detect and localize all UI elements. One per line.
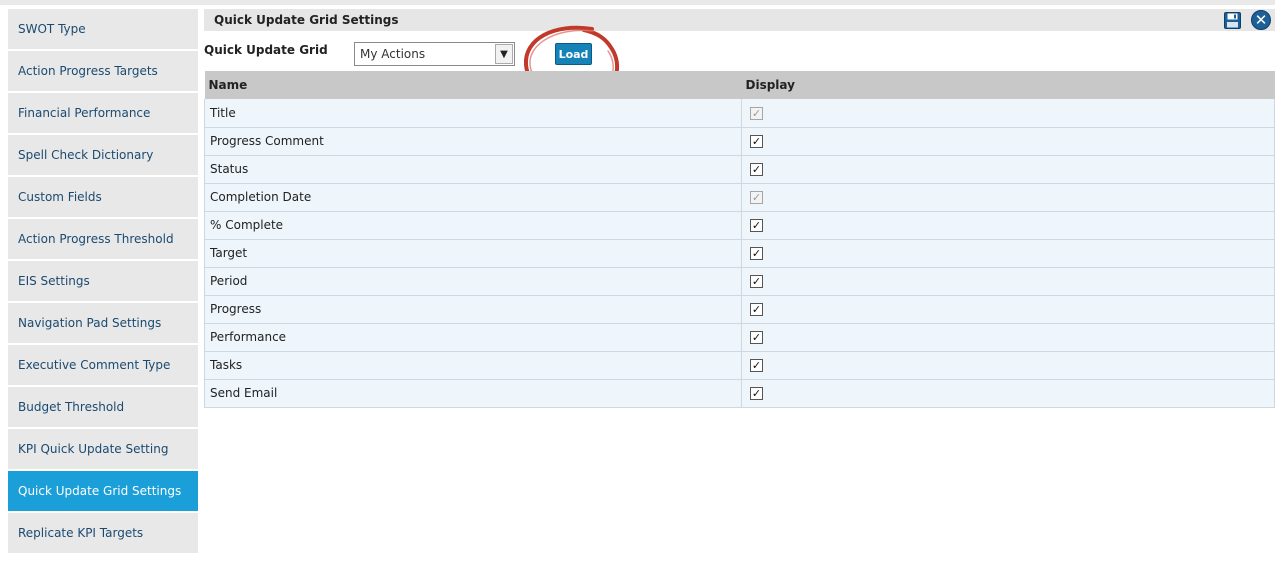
row-display-cell: ✓ [741, 323, 1275, 352]
sidebar-item-label: Action Progress Targets [18, 64, 158, 78]
row-name: Progress [204, 295, 742, 324]
panel-header: Quick Update Grid Settings ✕ [204, 9, 1275, 31]
sidebar-item[interactable]: Navigation Pad Settings [8, 303, 198, 343]
page-title: Quick Update Grid Settings [214, 13, 399, 27]
sidebar-item-label: Budget Threshold [18, 400, 125, 414]
display-checkbox[interactable]: ✓ [750, 359, 763, 372]
sidebar-item-label: KPI Quick Update Setting [18, 442, 169, 456]
sidebar-item[interactable]: SWOT Type [8, 9, 198, 49]
main-panel: Quick Update Grid Settings ✕ Quick Updat… [204, 9, 1275, 408]
table-row: Progress Comment ✓ [204, 127, 1275, 156]
row-name: Send Email [204, 379, 742, 408]
sidebar-item[interactable]: Executive Comment Type [8, 345, 198, 385]
row-display-cell: ✓ [741, 379, 1275, 408]
grid-settings-table: Name Display Title ✓ Progress Comment ✓ Stat… [204, 71, 1275, 408]
display-checkbox: ✓ [750, 191, 763, 204]
load-button[interactable]: Load [555, 43, 592, 65]
sidebar-item-label: Quick Update Grid Settings [18, 484, 182, 498]
sidebar-item[interactable]: Action Progress Targets [8, 51, 198, 91]
row-display-cell: ✓ [741, 267, 1275, 296]
sidebar-item-label: Replicate KPI Targets [18, 526, 144, 540]
display-checkbox[interactable]: ✓ [750, 247, 763, 260]
top-border [0, 0, 1275, 5]
sidebar-item-label: SWOT Type [18, 22, 86, 36]
sidebar-item[interactable]: Budget Threshold [8, 387, 198, 427]
table-row: Send Email ✓ [204, 379, 1275, 408]
row-name: Progress Comment [204, 127, 742, 156]
row-name: Status [204, 155, 742, 184]
row-name: Tasks [204, 351, 742, 380]
display-checkbox[interactable]: ✓ [750, 331, 763, 344]
row-display-cell: ✓ [741, 351, 1275, 380]
save-icon[interactable] [1224, 11, 1241, 29]
sidebar-item[interactable]: Quick Update Grid Settings [8, 471, 198, 511]
sidebar-item[interactable]: EIS Settings [8, 261, 198, 301]
display-checkbox[interactable]: ✓ [750, 163, 763, 176]
sidebar-item-label: Executive Comment Type [18, 358, 171, 372]
row-name: Period [204, 267, 742, 296]
row-display-cell: ✓ [741, 295, 1275, 324]
row-display-cell: ✓ [741, 183, 1275, 212]
row-display-cell: ✓ [741, 155, 1275, 184]
row-name: Completion Date [204, 183, 742, 212]
settings-sidebar: SWOT Type Action Progress Targets Financia… [8, 9, 198, 555]
row-display-cell: ✓ [741, 239, 1275, 268]
column-header-display: Display [741, 71, 1275, 99]
sidebar-item[interactable]: Spell Check Dictionary [8, 135, 198, 175]
table-row: Tasks ✓ [204, 351, 1275, 380]
row-display-cell: ✓ [741, 127, 1275, 156]
display-checkbox[interactable]: ✓ [750, 135, 763, 148]
sidebar-item-label: Navigation Pad Settings [18, 316, 162, 330]
header-actions: ✕ [1224, 10, 1271, 30]
display-checkbox: ✓ [750, 106, 763, 120]
sidebar-item[interactable]: Custom Fields [8, 177, 198, 217]
display-checkbox[interactable]: ✓ [750, 275, 763, 288]
close-icon[interactable]: ✕ [1251, 10, 1271, 30]
table-row: % Complete ✓ [204, 211, 1275, 240]
sidebar-item-label: Financial Performance [18, 106, 151, 120]
grid-select-value: My Actions [360, 47, 426, 61]
row-name: % Complete [204, 211, 742, 240]
table-row: Progress ✓ [204, 295, 1275, 324]
chevron-down-icon[interactable]: ▼ [495, 44, 513, 64]
display-checkbox[interactable]: ✓ [750, 219, 763, 232]
sidebar-item[interactable]: KPI Quick Update Setting [8, 429, 198, 469]
sidebar-item-label: Spell Check Dictionary [18, 148, 154, 162]
table-header-row: Name Display [204, 71, 1275, 99]
grid-select-label: Quick Update Grid [204, 43, 328, 57]
table-row: Target ✓ [204, 239, 1275, 268]
sidebar-item-label: EIS Settings [18, 274, 90, 288]
grid-select[interactable]: My Actions ▼ [354, 42, 515, 66]
display-checkbox[interactable]: ✓ [750, 387, 763, 400]
display-checkbox[interactable]: ✓ [750, 303, 763, 316]
row-name: Performance [204, 323, 742, 352]
sidebar-item[interactable]: Action Progress Threshold [8, 219, 198, 259]
table-row: Status ✓ [204, 155, 1275, 184]
sidebar-item[interactable]: Replicate KPI Targets [8, 513, 198, 553]
table-row: Period ✓ [204, 267, 1275, 296]
row-display-cell: ✓ [741, 99, 1275, 128]
table-row: Title ✓ [204, 99, 1275, 128]
sidebar-item-label: Action Progress Threshold [18, 232, 174, 246]
row-name: Target [204, 239, 742, 268]
sidebar-item-label: Custom Fields [18, 190, 102, 204]
column-header-name: Name [204, 71, 742, 99]
sidebar-item[interactable]: Financial Performance [8, 93, 198, 133]
table-row: Completion Date ✓ [204, 183, 1275, 212]
row-name: Title [204, 99, 742, 128]
table-row: Performance ✓ [204, 323, 1275, 352]
row-display-cell: ✓ [741, 211, 1275, 240]
toolbar: Quick Update Grid My Actions ▼ Load [204, 25, 1275, 102]
